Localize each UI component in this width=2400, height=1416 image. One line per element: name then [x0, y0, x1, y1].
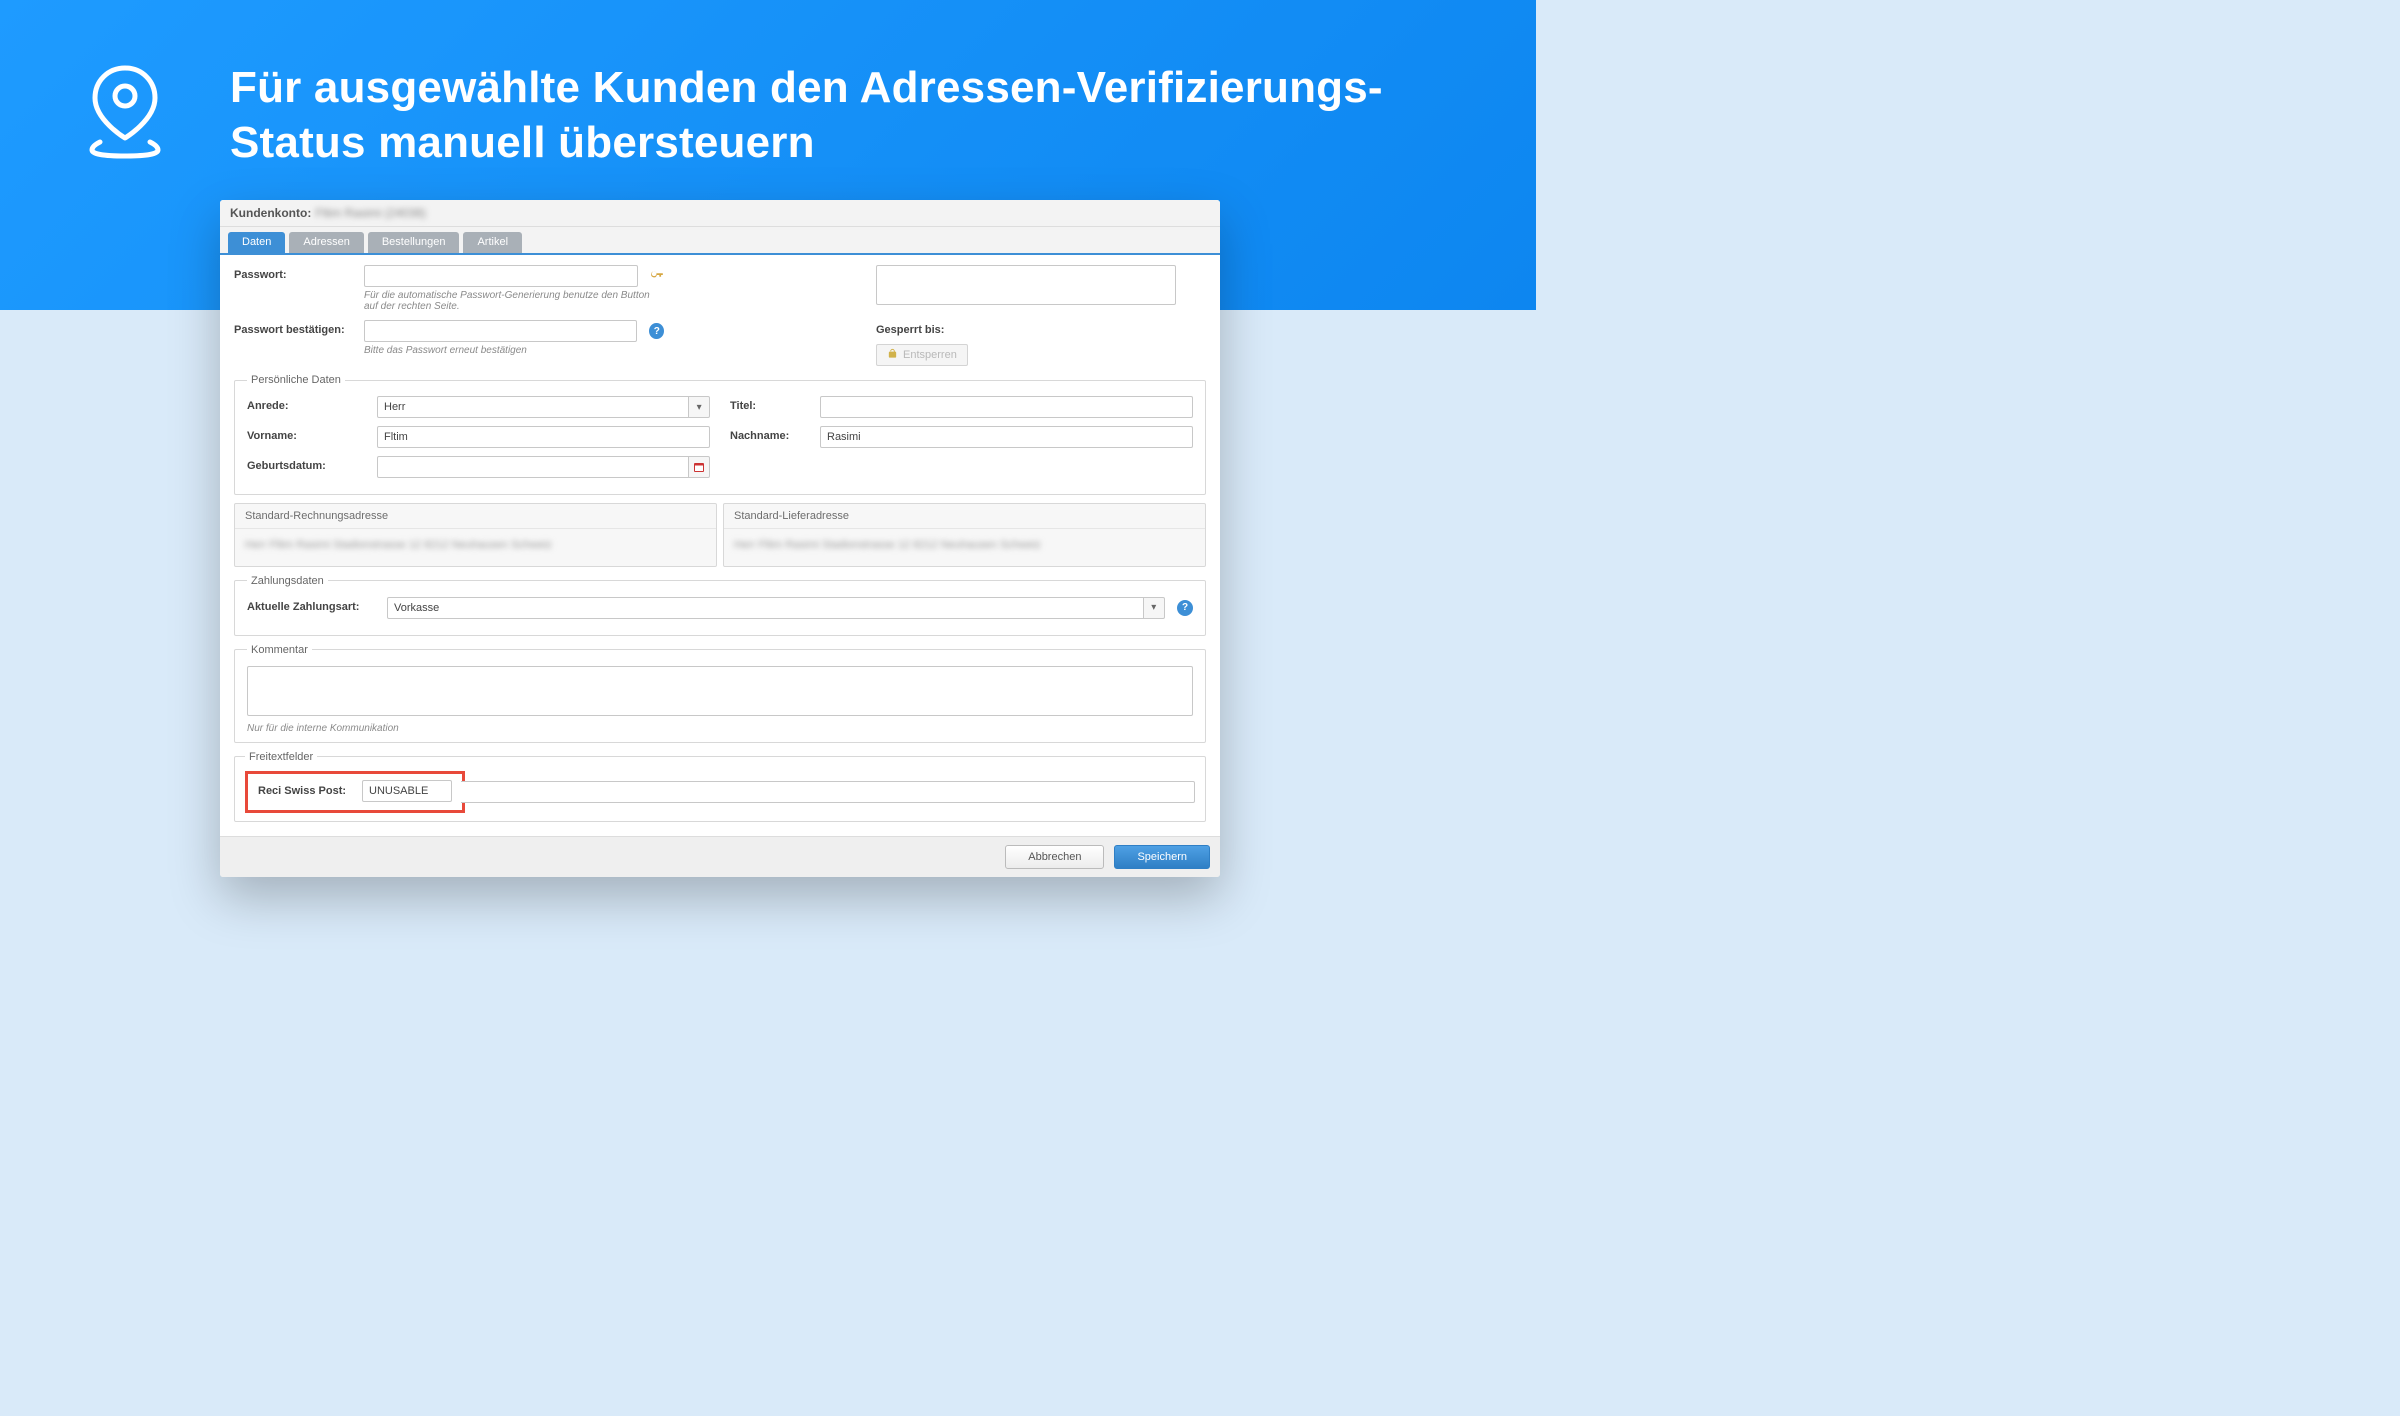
customer-account-panel: Kundenkonto: Fltim Rasimi (24038) Daten …	[220, 200, 1220, 877]
shipping-address-body: Herr Fltim Rasimi Stadionstrasse 12 8212…	[724, 529, 1205, 566]
panel-header: Kundenkonto: Fltim Rasimi (24038)	[220, 200, 1220, 227]
button-row: Abbrechen Speichern	[220, 836, 1220, 877]
lastname-input[interactable]	[820, 426, 1193, 448]
lastname-label: Nachname:	[730, 426, 820, 442]
payment-fieldset: Zahlungsdaten Aktuelle Zahlungsart: ▾ ?	[234, 575, 1206, 636]
password-confirm-hint: Bitte das Passwort erneut bestätigen	[364, 345, 664, 356]
password-input[interactable]	[364, 265, 638, 287]
payment-method-select[interactable]	[387, 597, 1144, 619]
comment-legend: Kommentar	[247, 644, 312, 656]
reci-swiss-post-input[interactable]	[362, 780, 452, 802]
unlock-icon	[887, 348, 898, 362]
personal-data-legend: Persönliche Daten	[247, 374, 345, 386]
salutation-label: Anrede:	[247, 396, 377, 412]
comment-textarea[interactable]	[247, 666, 1193, 716]
locked-until-label: Gesperrt bis:	[876, 320, 966, 336]
payment-legend: Zahlungsdaten	[247, 575, 328, 587]
save-button[interactable]: Speichern	[1114, 845, 1210, 869]
password-confirm-input[interactable]	[364, 320, 637, 342]
dob-input[interactable]	[377, 456, 689, 478]
panel-header-label: Kundenkonto:	[230, 206, 311, 220]
billing-address-body: Herr Fltim Rasimi Stadionstrasse 12 8212…	[235, 529, 716, 566]
firstname-input[interactable]	[377, 426, 710, 448]
payment-method-label: Aktuelle Zahlungsart:	[247, 597, 387, 613]
tab-bestellungen[interactable]: Bestellungen	[368, 232, 460, 253]
reci-swiss-post-label: Reci Swiss Post:	[258, 785, 352, 797]
generate-password-icon[interactable]	[650, 268, 664, 285]
billing-address-box: Standard-Rechnungsadresse Herr Fltim Ras…	[234, 503, 717, 567]
salutation-select[interactable]	[377, 396, 689, 418]
calendar-icon[interactable]	[689, 456, 710, 478]
locked-until-display	[876, 265, 1176, 305]
password-label: Passwort:	[234, 265, 364, 281]
help-icon[interactable]: ?	[1177, 600, 1193, 616]
tab-bar: Daten Adressen Bestellungen Artikel	[220, 227, 1220, 255]
password-confirm-label: Passwort bestätigen:	[234, 320, 364, 336]
cancel-button[interactable]: Abbrechen	[1005, 845, 1104, 869]
shipping-address-box: Standard-Lieferadresse Herr Fltim Rasimi…	[723, 503, 1206, 567]
freitext-fieldset: Freitextfelder Reci Swiss Post:	[234, 751, 1206, 822]
unlock-button[interactable]: Entsperren	[876, 344, 968, 366]
tab-artikel[interactable]: Artikel	[463, 232, 522, 253]
freitext-highlight: Reci Swiss Post:	[245, 771, 465, 813]
title-label: Titel:	[730, 396, 820, 412]
password-hint: Für die automatische Passwort-Generierun…	[364, 290, 664, 312]
hero-title: Für ausgewählte Kunden den Adressen-Veri…	[230, 60, 1456, 170]
dob-label: Geburtsdatum:	[247, 456, 377, 472]
chevron-down-icon[interactable]: ▾	[1144, 597, 1165, 619]
billing-address-title: Standard-Rechnungsadresse	[235, 504, 716, 529]
shipping-address-title: Standard-Lieferadresse	[724, 504, 1205, 529]
panel-header-name: Fltim Rasimi (24038)	[315, 206, 426, 220]
comment-fieldset: Kommentar Nur für die interne Kommunikat…	[234, 644, 1206, 743]
tab-adressen[interactable]: Adressen	[289, 232, 363, 253]
tab-daten[interactable]: Daten	[228, 232, 285, 253]
comment-hint: Nur für die interne Kommunikation	[247, 723, 1193, 734]
chevron-down-icon[interactable]: ▾	[689, 396, 710, 418]
title-input[interactable]	[820, 396, 1193, 418]
help-icon[interactable]: ?	[649, 323, 664, 339]
freitext-legend: Freitextfelder	[245, 751, 317, 763]
location-pin-icon	[80, 60, 170, 165]
personal-data-fieldset: Persönliche Daten Anrede: ▾	[234, 374, 1206, 495]
firstname-label: Vorname:	[247, 426, 377, 442]
